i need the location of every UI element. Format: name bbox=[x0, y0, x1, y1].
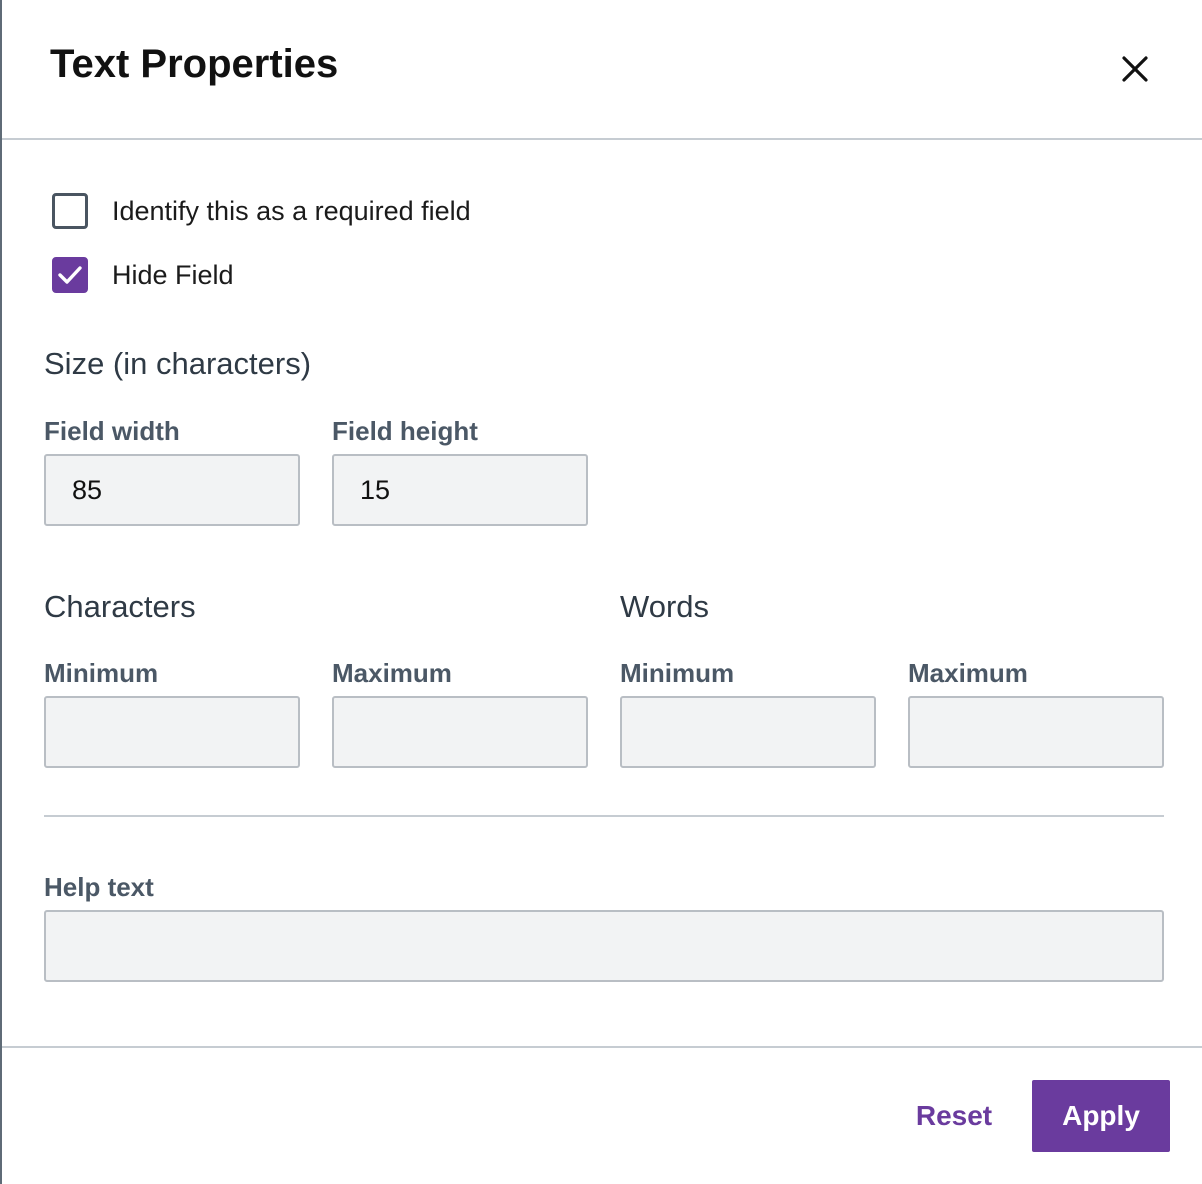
characters-section-title: Characters bbox=[44, 589, 196, 624]
text-properties-dialog: Text Properties Identify this as a requi… bbox=[0, 0, 1202, 1184]
field-width-label: Field width bbox=[44, 416, 180, 446]
characters-min-label: Minimum bbox=[44, 658, 159, 688]
characters-max-label: Maximum bbox=[332, 658, 452, 688]
words-max-label: Maximum bbox=[908, 658, 1028, 688]
checkmark-icon bbox=[58, 266, 82, 284]
words-min-label: Minimum bbox=[620, 658, 735, 688]
required-field-checkbox[interactable] bbox=[52, 193, 88, 229]
hide-field-checkbox[interactable] bbox=[52, 257, 88, 293]
required-field-label: Identify this as a required field bbox=[112, 195, 471, 226]
characters-min-input[interactable] bbox=[44, 696, 300, 768]
close-button[interactable] bbox=[1114, 48, 1156, 90]
field-width-input[interactable]: 85 bbox=[44, 454, 300, 526]
dialog-title: Text Properties bbox=[50, 42, 339, 86]
required-field-option[interactable]: Identify this as a required field bbox=[52, 193, 471, 229]
field-height-label: Field height bbox=[332, 416, 478, 446]
size-section-title: Size (in characters) bbox=[44, 346, 312, 381]
hide-field-option[interactable]: Hide Field bbox=[52, 257, 234, 293]
hide-field-label: Hide Field bbox=[112, 259, 234, 290]
apply-button[interactable]: Apply bbox=[1032, 1080, 1170, 1152]
reset-button[interactable]: Reset bbox=[894, 1080, 1014, 1152]
dialog-header: Text Properties bbox=[2, 0, 1202, 140]
words-section-title: Words bbox=[620, 589, 710, 624]
help-text-input[interactable] bbox=[44, 910, 1164, 982]
words-max-input[interactable] bbox=[908, 696, 1164, 768]
field-height-input[interactable]: 15 bbox=[332, 454, 588, 526]
section-divider bbox=[44, 815, 1164, 817]
characters-max-input[interactable] bbox=[332, 696, 588, 768]
close-icon bbox=[1122, 56, 1148, 82]
words-min-input[interactable] bbox=[620, 696, 876, 768]
help-text-label: Help text bbox=[44, 872, 154, 902]
dialog-footer: Reset Apply bbox=[2, 1046, 1202, 1184]
